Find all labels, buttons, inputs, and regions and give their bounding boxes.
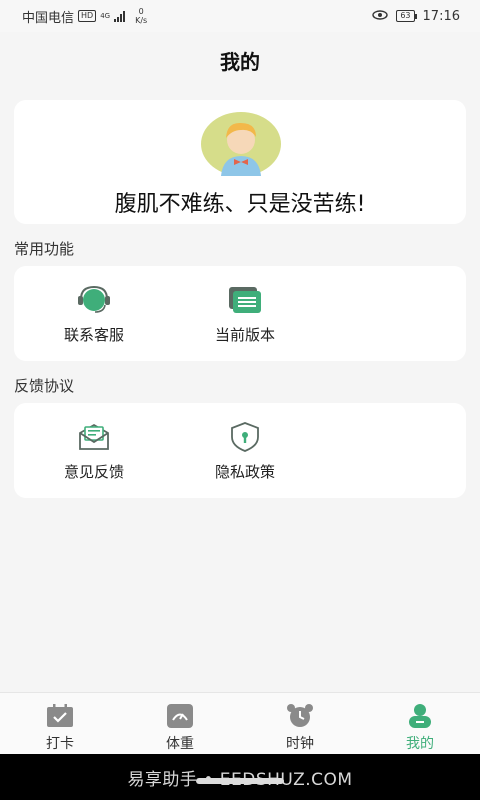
network-type: 4G xyxy=(100,12,111,20)
user-icon xyxy=(405,703,435,729)
signal-icon xyxy=(114,10,126,22)
scale-icon xyxy=(165,703,195,729)
avatar[interactable] xyxy=(201,112,281,176)
tab-mine[interactable]: 我的 xyxy=(360,693,480,754)
page-title: 我的 xyxy=(220,50,260,74)
version-icon xyxy=(227,284,263,316)
common-functions-card: 联系客服 当前版本 xyxy=(14,266,466,361)
tab-checkin-label: 打卡 xyxy=(46,736,74,752)
contact-support-label: 联系客服 xyxy=(63,326,124,344)
net-speed: 0 K/s xyxy=(135,7,147,25)
feedback-button[interactable]: 意见反馈 xyxy=(34,421,154,485)
feedback-card: 意见反馈 隐私政策 xyxy=(14,403,466,498)
status-bar: 中国电信 HD 4G 0 K/s 63 17:16 xyxy=(0,0,480,32)
hd-badge: HD xyxy=(78,10,97,22)
section-title-common: 常用功能 xyxy=(14,240,75,258)
shield-icon xyxy=(227,421,263,453)
contact-support-button[interactable]: 联系客服 xyxy=(34,284,154,348)
clock-time: 17:16 xyxy=(422,8,460,24)
mail-icon xyxy=(76,421,112,453)
net-speed-value: 0 xyxy=(138,7,144,16)
carrier-text: 中国电信 xyxy=(22,10,75,26)
profile-card: 腹肌不难练、只是没苦练! xyxy=(14,100,466,224)
tab-clock-label: 时钟 xyxy=(286,736,314,752)
feedback-label: 意见反馈 xyxy=(63,463,124,481)
watermark-text: 易享助手 • EEDSHUZ.COM xyxy=(127,769,353,790)
current-version-button[interactable]: 当前版本 xyxy=(185,284,305,348)
battery-icon: 63 xyxy=(396,10,417,22)
calendar-check-icon xyxy=(45,703,75,729)
tab-mine-label: 我的 xyxy=(406,736,434,752)
profile-motto: 腹肌不难练、只是没苦练! xyxy=(114,192,366,217)
headset-icon xyxy=(76,284,112,316)
current-version-label: 当前版本 xyxy=(214,326,275,344)
alarm-clock-icon xyxy=(285,703,315,729)
section-title-feedback: 反馈协议 xyxy=(14,377,75,395)
privacy-policy-button[interactable]: 隐私政策 xyxy=(185,421,305,485)
net-speed-unit: K/s xyxy=(135,16,148,25)
eye-icon xyxy=(372,9,389,24)
tab-weight-label: 体重 xyxy=(166,736,194,752)
tab-weight[interactable]: 体重 xyxy=(120,693,240,754)
privacy-policy-label: 隐私政策 xyxy=(214,463,275,481)
bottom-tab-bar: 打卡 体重 时钟 我的 xyxy=(0,692,480,754)
tab-clock[interactable]: 时钟 xyxy=(240,693,360,754)
home-indicator[interactable] xyxy=(196,778,284,784)
tab-checkin[interactable]: 打卡 xyxy=(0,693,120,754)
system-nav-bar: 易享助手 • EEDSHUZ.COM xyxy=(0,754,480,800)
